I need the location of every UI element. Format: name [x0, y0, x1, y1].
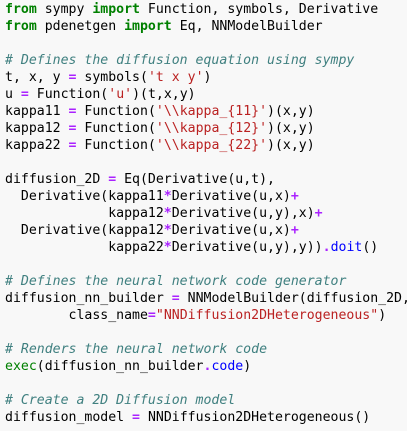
blank-code-line	[5, 375, 407, 392]
builtin-token: exec	[5, 359, 37, 374]
code-line: diffusion_nn_builder = NNModelBuilder(di…	[5, 290, 407, 307]
code-token: t, x, y	[5, 70, 69, 85]
function-token: code	[211, 359, 244, 374]
string-token: "NNDiffusion2DHeterogeneous"	[155, 308, 379, 323]
code-token: class_name	[5, 308, 148, 323]
code-token: NNDiffusion2DHeterogeneous()	[140, 410, 371, 425]
operator-token: =	[20, 87, 29, 102]
code-token: Derivative(kappa11	[5, 189, 164, 204]
function-token: doit	[330, 240, 363, 255]
code-line: Derivative(kappa12*Derivative(u,x)+	[5, 222, 407, 239]
code-token: NNModelBuilder(diffusion_2D,	[179, 291, 407, 306]
operator-token: *	[163, 240, 172, 255]
code-line: # Defines the diffusion equation using s…	[5, 52, 407, 69]
code-token: ()	[362, 240, 379, 255]
code-token: )	[203, 70, 212, 85]
code-token: Derivative(u,x)	[171, 189, 291, 204]
code-line: # Renders the neural network code	[5, 341, 407, 358]
code-token: kappa12	[5, 206, 164, 221]
code-token: Derivative(u,x)	[171, 223, 291, 238]
operator-token: +	[290, 189, 299, 204]
code-line: kappa22*Derivative(u,y),y)).doit()	[5, 239, 407, 256]
code-token: Function(	[76, 138, 156, 153]
keyword-token: import	[124, 19, 172, 34]
code-line: kappa12 = Function('\\kappa_{12}')(x,y)	[5, 120, 407, 137]
code-line: # Create a 2D Diffusion model	[5, 392, 407, 409]
keyword-token: import	[92, 2, 140, 17]
operator-token: =	[147, 308, 156, 323]
operator-token: +	[290, 223, 299, 238]
code-token: (diffusion_nn_builder	[36, 359, 204, 374]
comment-token: # Renders the neural network code	[5, 342, 268, 357]
code-line: Derivative(kappa11*Derivative(u,x)+	[5, 188, 407, 205]
code-line: kappa11 = Function('\\kappa_{11}')(x,y)	[5, 103, 407, 120]
code-token: )(t,x,y)	[132, 87, 196, 102]
operator-token: *	[163, 223, 172, 238]
keyword-token: from	[5, 19, 37, 34]
code-line: from sympy import Function, symbols, Der…	[5, 1, 407, 18]
comment-token: # Create a 2D Diffusion model	[5, 393, 236, 408]
code-token: Function(	[76, 121, 156, 136]
string-token: '\\kappa_{12}'	[155, 121, 268, 136]
string-token: '\\kappa_{11}'	[155, 104, 268, 119]
code-token: Function(	[76, 104, 156, 119]
code-line: class_name="NNDiffusion2DHeterogeneous")	[5, 307, 407, 324]
code-line: diffusion_2D = Eq(Derivative(u,t),	[5, 171, 407, 188]
code-line: # Defines the neural network code genera…	[5, 273, 407, 290]
code-token: Derivative(u,y),y))	[171, 240, 323, 255]
code-token: )(x,y)	[267, 104, 315, 119]
code-token: kappa11	[5, 104, 69, 119]
operator-token: =	[132, 410, 140, 425]
code-token: Function, symbols, Derivative	[139, 2, 379, 17]
code-token: pdenetgen	[36, 19, 125, 34]
code-line: t, x, y = symbols('t x y')	[5, 69, 407, 86]
code-token: symbols(	[76, 70, 148, 85]
operator-token: +	[314, 206, 323, 221]
code-token: )	[243, 359, 252, 374]
code-line: from pdenetgen import Eq, NNModelBuilder	[5, 18, 407, 35]
keyword-token: from	[5, 2, 37, 17]
comment-token: # Defines the neural network code genera…	[5, 274, 347, 289]
code-token: Function(	[28, 87, 109, 102]
comment-token: # Defines the diffusion equation using s…	[5, 53, 355, 68]
code-token: )(x,y)	[267, 121, 315, 136]
code-token: diffusion_nn_builder	[5, 291, 172, 306]
code-token: Eq, NNModelBuilder	[171, 19, 323, 34]
string-token: 't x y'	[147, 70, 204, 85]
operator-token: =	[108, 172, 117, 187]
code-token: kappa22	[5, 138, 69, 153]
code-token: Derivative(u,y),x)	[171, 206, 315, 221]
operator-token: .	[322, 240, 331, 255]
code-line: exec(diffusion_nn_builder.code)	[5, 358, 407, 375]
code-token: kappa12	[5, 121, 69, 136]
string-token: '\\kappa_{22}'	[155, 138, 268, 153]
operator-token: *	[163, 189, 172, 204]
code-line: diffusion_model = NNDiffusion2DHeterogen…	[5, 409, 407, 426]
code-line: kappa22 = Function('\\kappa_{22}')(x,y)	[5, 137, 407, 154]
code-token: diffusion_model	[5, 410, 133, 425]
operator-token: =	[171, 291, 180, 306]
code-token: )	[378, 308, 387, 323]
code-token: Derivative(kappa12	[5, 223, 164, 238]
code-line: kappa12*Derivative(u,y),x)+	[5, 205, 407, 222]
code-token: u	[5, 87, 21, 102]
blank-code-line	[5, 35, 407, 52]
code-token: Eq(Derivative(u,t),	[116, 172, 275, 187]
blank-code-line	[5, 154, 407, 171]
string-token: 'u'	[108, 87, 133, 102]
code-token: diffusion_2D	[5, 172, 109, 187]
code-editor[interactable]: from sympy import Function, symbols, Der…	[0, 0, 407, 431]
code-token: sympy	[36, 2, 93, 17]
blank-code-line	[5, 256, 407, 273]
operator-token: *	[163, 206, 172, 221]
code-token: kappa22	[5, 240, 164, 255]
code-line: u = Function('u')(t,x,y)	[5, 86, 407, 103]
code-token: )(x,y)	[267, 138, 315, 153]
blank-code-line	[5, 324, 407, 341]
